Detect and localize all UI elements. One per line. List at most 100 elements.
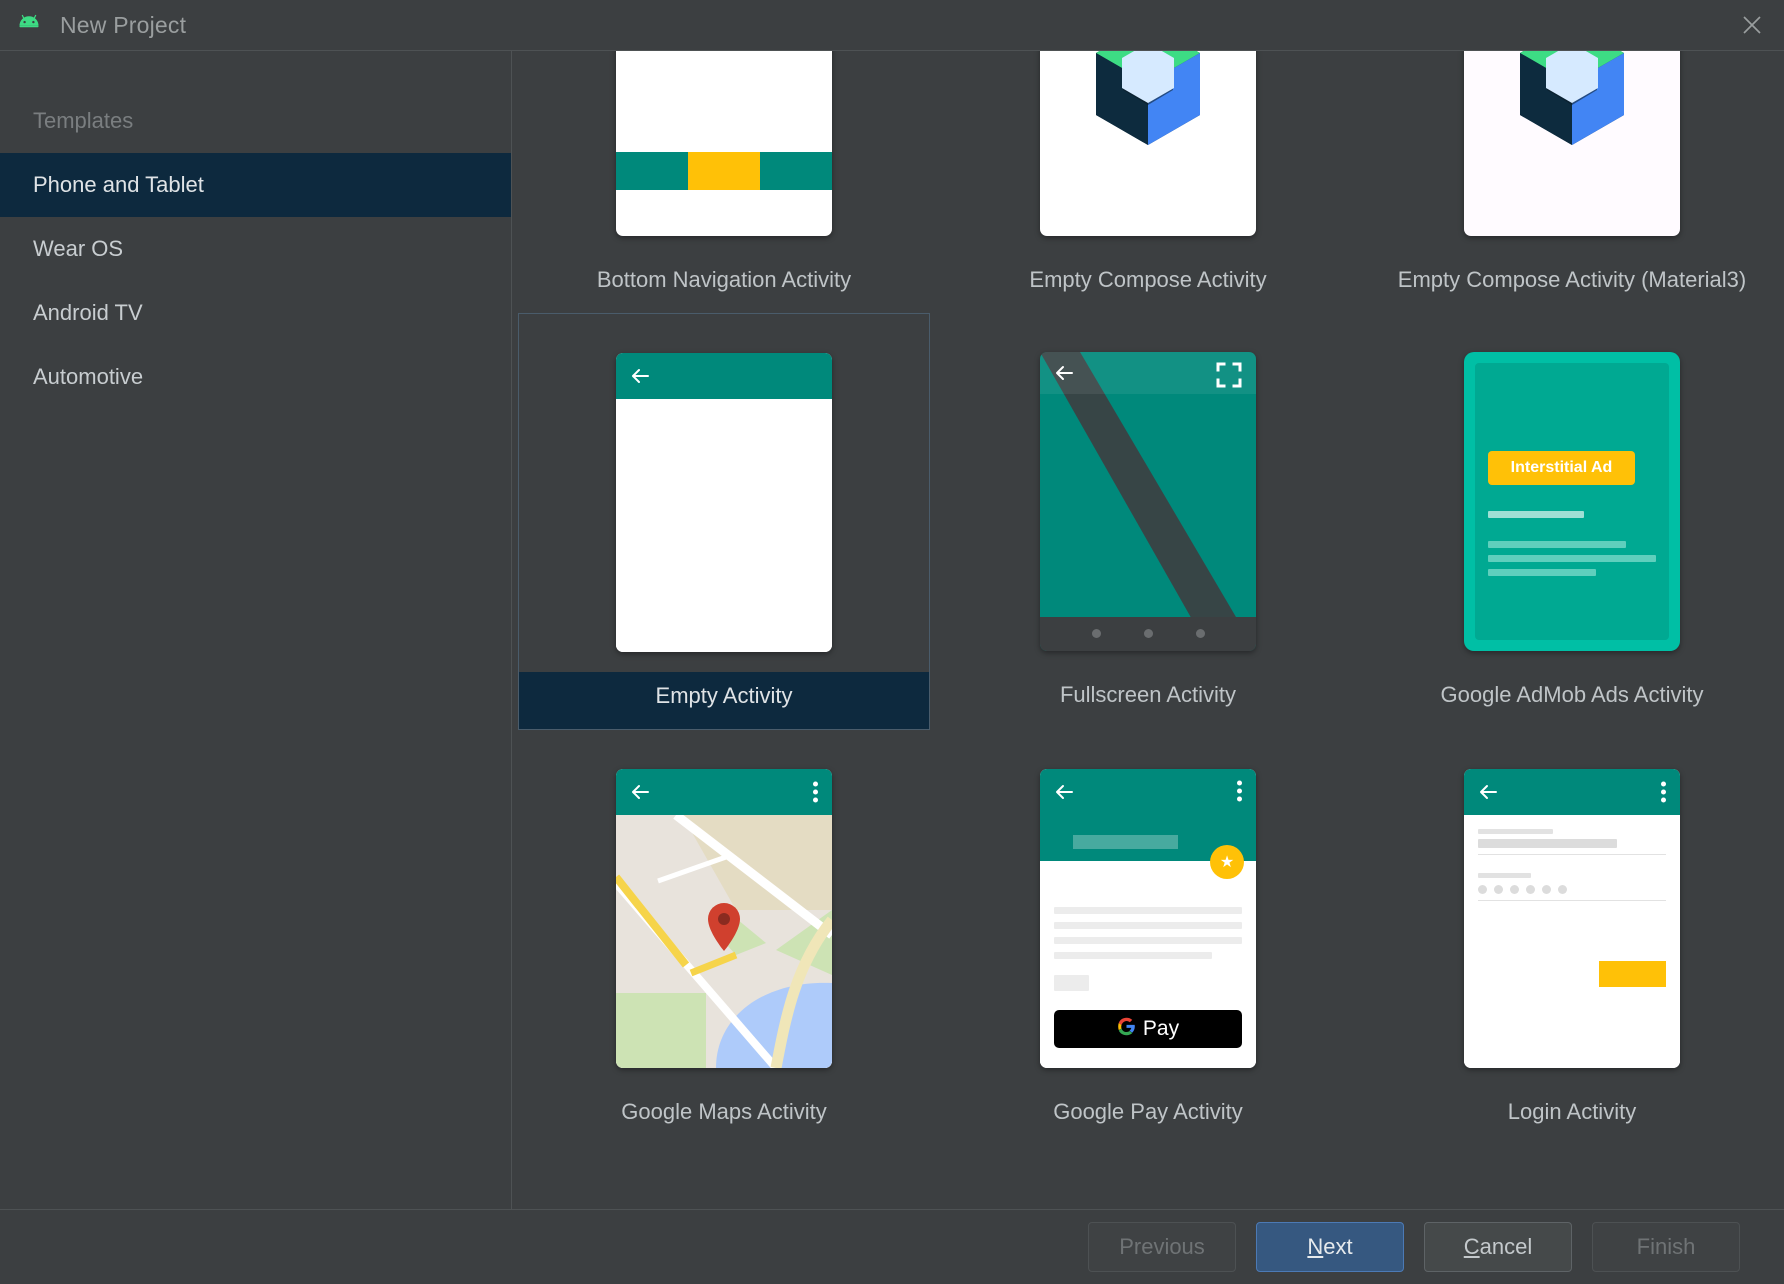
google-pay-label: Pay [1143,1017,1179,1041]
sidebar-item-android-tv[interactable]: Android TV [0,281,511,345]
template-thumbnail [942,331,1354,671]
back-arrow-icon [628,780,652,804]
placeholder-line [1488,541,1626,548]
title-bar: New Project [0,0,1784,50]
template-card-empty-activity[interactable]: Empty Activity [518,313,930,730]
placeholder-line [1054,952,1212,959]
app-bar [1040,352,1256,394]
template-thumbnail: ★ [1366,51,1778,256]
template-card-fullscreen-activity[interactable]: Fullscreen Activity [942,313,1354,730]
template-thumbnail [519,332,929,672]
window-title: New Project [60,12,186,39]
diagonal-accent [1040,352,1256,651]
nav-dot [1092,629,1101,638]
template-label: Google AdMob Ads Activity [1366,671,1778,728]
fullscreen-activity-thumbnail [1040,352,1256,651]
template-thumbnail: Interstitial Ad [1366,331,1778,671]
placeholder-line [1054,922,1242,929]
template-label: Empty Compose Activity (Material3) [1366,256,1778,313]
overflow-menu-icon [813,781,818,802]
template-card-empty-compose-activity[interactable]: Empty Compose Activity [942,51,1354,313]
placeholder-line [1054,937,1242,944]
template-gallery[interactable]: Bottom Navigation Activity [512,51,1784,1209]
compose-logo-material3-thumbnail: ★ [1464,51,1680,236]
placeholder-line [1488,569,1596,576]
next-button[interactable]: Next [1256,1222,1404,1272]
system-nav-bar [1040,617,1256,651]
next-button-label: Next [1307,1234,1352,1260]
username-field-placeholder[interactable] [1478,839,1617,848]
dialog-footer: Previous Next Cancel Finish [0,1209,1784,1284]
google-pay-activity-thumbnail: ★ [1040,769,1256,1068]
field-label-placeholder [1478,873,1531,878]
dialog-body: Templates Phone and Tablet Wear OS Andro… [0,50,1784,1209]
app-bar [616,353,832,399]
placeholder-block [1054,975,1089,991]
bottom-nav-item [616,152,688,190]
admob-activity-thumbnail: Interstitial Ad [1464,352,1680,651]
bottom-nav-bar [616,152,832,190]
app-bar [616,769,832,815]
google-pay-button[interactable]: Pay [1054,1010,1242,1048]
field-underline [1478,854,1666,855]
google-g-logo-icon [1117,1017,1136,1041]
compose-logo-thumbnail [1040,51,1256,236]
admob-screen: Interstitial Ad [1475,363,1669,640]
back-arrow-icon [628,364,652,388]
sidebar-item-wear-os[interactable]: Wear OS [0,217,511,281]
template-card-google-maps-activity[interactable]: Google Maps Activity [518,730,930,1145]
jetpack-compose-logo-icon [1088,51,1208,152]
finish-button-label: Finish [1637,1234,1696,1260]
sidebar-item-label: Wear OS [33,236,123,262]
cancel-button-label: Cancel [1464,1234,1532,1260]
previous-button[interactable]: Previous [1088,1222,1236,1272]
back-arrow-icon [1476,780,1500,804]
sidebar-item-automotive[interactable]: Automotive [0,345,511,409]
template-thumbnail [518,51,930,256]
sidebar-header: Templates [0,89,511,153]
nav-dot [1196,629,1205,638]
bottom-nav-item-active [688,152,760,190]
phone-content-area [616,51,832,190]
empty-activity-thumbnail [616,353,832,652]
overflow-menu-icon [1237,780,1242,801]
template-thumbnail [942,51,1354,256]
cancel-button[interactable]: Cancel [1424,1222,1572,1272]
template-card-login-activity[interactable]: Login Activity [1366,730,1778,1145]
app-bar [1464,769,1680,815]
template-label: Empty Activity [519,672,929,729]
template-card-empty-compose-activity-material3[interactable]: ★ [1366,51,1778,313]
template-label: Google Pay Activity [942,1088,1354,1145]
template-grid: Bottom Navigation Activity [512,51,1784,1145]
sidebar-item-phone-and-tablet[interactable]: Phone and Tablet [0,153,511,217]
maps-activity-thumbnail [616,769,832,1068]
nav-dot [1144,629,1153,638]
map-canvas [616,815,832,1068]
fullscreen-expand-icon [1216,362,1242,388]
interstitial-ad-badge: Interstitial Ad [1488,451,1635,485]
template-label: Empty Compose Activity [942,256,1354,313]
template-label: Login Activity [1366,1088,1778,1145]
template-card-google-admob-ads-activity[interactable]: Interstitial Ad Google [1366,313,1778,730]
template-thumbnail [1366,748,1778,1088]
close-icon[interactable] [1720,0,1784,50]
new-project-dialog: New Project Templates Phone and Tablet W… [0,0,1784,1284]
password-field-placeholder[interactable] [1478,885,1666,894]
templates-sidebar: Templates Phone and Tablet Wear OS Andro… [0,51,512,1209]
appbar-title-placeholder [1073,835,1178,849]
phone-content-area [616,399,832,652]
sign-in-button-placeholder[interactable] [1599,961,1666,987]
template-label: Bottom Navigation Activity [518,256,930,313]
back-arrow-icon [1052,361,1076,385]
phone-content-area: ★ [1040,861,1256,1068]
bottom-navigation-thumbnail [616,51,832,236]
placeholder-text-lines [1488,511,1656,583]
bottom-nav-item [760,152,832,190]
jetpack-compose-logo-icon [1512,51,1632,152]
template-card-bottom-navigation-activity[interactable]: Bottom Navigation Activity [518,51,930,313]
finish-button[interactable]: Finish [1592,1222,1740,1272]
placeholder-line [1054,907,1242,914]
template-card-google-pay-activity[interactable]: ★ [942,730,1354,1145]
sidebar-item-label: Automotive [33,364,143,390]
template-thumbnail: ★ [942,748,1354,1088]
